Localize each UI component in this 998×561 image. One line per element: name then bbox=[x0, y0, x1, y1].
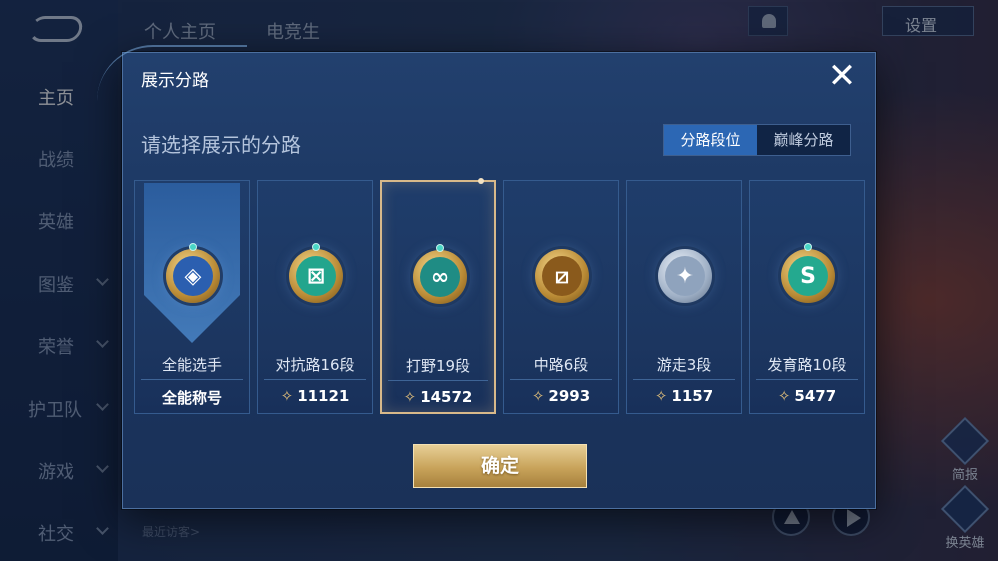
badge-glyph: S bbox=[788, 256, 828, 296]
dialog-subtitle: 请选择展示的分路 bbox=[141, 133, 301, 157]
divider bbox=[633, 379, 735, 380]
tab-peak-lane[interactable]: 巅峰分路 bbox=[757, 125, 850, 155]
lane-card-points: ✧ 14572 bbox=[382, 388, 494, 406]
lane-card-label: 发育路10段 bbox=[767, 356, 847, 374]
badge-glyph: ⧄ bbox=[542, 256, 582, 296]
lane-card-label: 游走3段 bbox=[656, 356, 712, 374]
points-icon: ✧ bbox=[280, 387, 294, 405]
lane-card-roam[interactable]: ✦ 游走3段 ✧ 1157 bbox=[626, 180, 742, 414]
gem-icon bbox=[804, 243, 812, 251]
points-icon: ✧ bbox=[654, 387, 668, 405]
lane-mode-toggle: 分路段位 巅峰分路 bbox=[663, 124, 851, 156]
points-icon: ✧ bbox=[531, 387, 545, 405]
lane-card-farm[interactable]: S 发育路10段 ✧ 5477 bbox=[749, 180, 865, 414]
points-value: 14572 bbox=[420, 388, 473, 406]
points-value: 5477 bbox=[794, 387, 837, 405]
roam-badge-icon: ✦ bbox=[658, 249, 712, 303]
lane-card-jungle[interactable]: ∞ 打野19段 ✧ 14572 bbox=[380, 178, 496, 414]
gem-icon bbox=[436, 244, 444, 252]
confirm-button[interactable]: 确定 bbox=[413, 444, 587, 488]
lane-card-label: 全能选手 bbox=[161, 356, 222, 374]
farm-lane-badge-icon: S bbox=[781, 243, 835, 303]
close-icon[interactable]: ✕ bbox=[825, 59, 859, 95]
lane-card-label: 对抗路16段 bbox=[275, 356, 355, 374]
all-round-badge-icon: ◈ bbox=[166, 243, 220, 303]
lane-card-points: ✧ 1157 bbox=[627, 387, 741, 405]
divider bbox=[264, 379, 366, 380]
lane-card-points: ✧ 11121 bbox=[258, 387, 372, 405]
lane-card-clash[interactable]: ⊠ 对抗路16段 ✧ 11121 bbox=[257, 180, 373, 414]
lane-card-label: 中路6段 bbox=[533, 356, 589, 374]
gem-icon bbox=[312, 243, 320, 251]
divider bbox=[756, 379, 858, 380]
tab-lane-rank[interactable]: 分路段位 bbox=[664, 125, 757, 155]
mid-lane-badge-icon: ⧄ bbox=[535, 249, 589, 303]
gem-icon bbox=[189, 243, 197, 251]
badge-glyph: ✦ bbox=[665, 256, 705, 296]
points-value: 11121 bbox=[297, 387, 350, 405]
badge-glyph: ⊠ bbox=[296, 256, 336, 296]
lane-card-points: ✧ 5477 bbox=[750, 387, 864, 405]
points-icon: ✧ bbox=[777, 387, 791, 405]
divider bbox=[141, 379, 243, 380]
lane-card-label: 打野19段 bbox=[405, 357, 471, 375]
divider bbox=[510, 379, 612, 380]
lane-card-footer: 全能称号 bbox=[161, 389, 222, 407]
points-value: 1157 bbox=[671, 387, 714, 405]
points-value: 2993 bbox=[548, 387, 591, 405]
lane-display-dialog: 展示分路 ✕ 请选择展示的分路 分路段位 巅峰分路 ◈ 全能选手 全能称号 ⊠ … bbox=[97, 45, 876, 509]
lane-card-mid[interactable]: ⧄ 中路6段 ✧ 2993 bbox=[503, 180, 619, 414]
lane-card-all-round[interactable]: ◈ 全能选手 全能称号 bbox=[134, 180, 250, 414]
divider bbox=[388, 380, 488, 381]
points-icon: ✧ bbox=[403, 388, 417, 406]
lane-card-points: ✧ 2993 bbox=[504, 387, 618, 405]
badge-glyph: ◈ bbox=[173, 256, 213, 296]
badge-glyph: ∞ bbox=[420, 257, 460, 297]
dialog-title: 展示分路 bbox=[141, 71, 209, 91]
clash-lane-badge-icon: ⊠ bbox=[289, 243, 343, 303]
jungle-badge-icon: ∞ bbox=[413, 244, 467, 304]
